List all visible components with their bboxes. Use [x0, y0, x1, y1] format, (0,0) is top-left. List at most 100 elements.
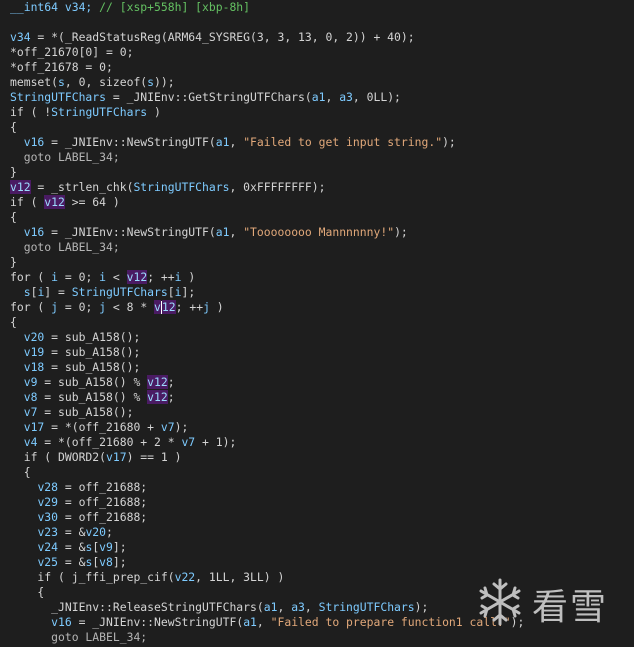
- code-token: v22: [174, 570, 196, 584]
- code-line[interactable]: if ( DWORD2(v17) == 1 ): [10, 450, 182, 465]
- code-token: = sub_A158() %: [37, 390, 148, 404]
- code-token: ) == 1 ): [126, 450, 182, 464]
- code-line[interactable]: s[i] = StringUTFChars[i];: [10, 285, 195, 300]
- code-token: v17: [106, 450, 127, 464]
- code-line[interactable]: StringUTFChars = _JNIEnv::GetStringUTFCh…: [10, 90, 401, 105]
- code-line[interactable]: if ( j_ffi_prep_cif(v22, 1LL, 3LL) ): [10, 570, 284, 585]
- code-line[interactable]: v25 = &s[v8];: [10, 555, 126, 570]
- code-line[interactable]: v12 = _strlen_chk(StringUTFChars, 0xFFFF…: [10, 180, 325, 195]
- code-token: ): [147, 105, 161, 119]
- code-line[interactable]: if ( v12 >= 64 ): [10, 195, 120, 210]
- code-line[interactable]: {: [10, 120, 17, 135]
- code-line[interactable]: }: [10, 255, 17, 270]
- string-literal: "Failed to get input string.": [243, 135, 443, 149]
- kanxue-watermark: 看雪: [470, 572, 634, 632]
- code-line[interactable]: v34 = *(_ReadStatusReg(ARM64_SYSREG(3, 3…: [10, 30, 415, 45]
- code-token: v28: [37, 480, 59, 494]
- code-token: ,: [325, 90, 340, 104]
- code-token: [: [167, 285, 175, 299]
- code-token: ): [209, 300, 224, 314]
- code-token: ];: [181, 285, 196, 299]
- code-line[interactable]: v20 = sub_A158();: [10, 330, 141, 345]
- code-line[interactable]: _JNIEnv::ReleaseStringUTFChars(a1, a3, S…: [10, 600, 428, 615]
- code-line[interactable]: {: [10, 315, 17, 330]
- code-line[interactable]: __int64 v34; // [xsp+558h] [xbp-8h]: [10, 0, 250, 15]
- code-comment: // [xsp+558h] [xbp-8h]: [99, 0, 251, 14]
- code-token: if ( !: [10, 105, 52, 119]
- code-line[interactable]: *off_21670[0] = 0;: [10, 45, 133, 60]
- code-token: if (: [10, 195, 45, 209]
- code-line[interactable]: v16 = _JNIEnv::NewStringUTF(a1, "Failed …: [10, 615, 524, 630]
- code-token: _JNIEnv::ReleaseStringUTFChars(: [10, 600, 264, 614]
- code-line[interactable]: v28 = off_21688;: [10, 480, 147, 495]
- code-token: v24: [37, 540, 59, 554]
- code-token: = 0;: [58, 300, 100, 314]
- code-token: v29: [37, 495, 59, 509]
- code-line[interactable]: if ( !StringUTFChars ): [10, 105, 161, 120]
- code-line[interactable]: v23 = &v20;: [10, 525, 113, 540]
- code-token: v9: [23, 375, 38, 389]
- code-token: ,: [229, 135, 244, 149]
- code-line[interactable]: v29 = off_21688;: [10, 495, 147, 510]
- code-token: ;: [106, 525, 113, 539]
- code-line[interactable]: v7 = sub_A158();: [10, 405, 134, 420]
- code-token: v7: [23, 405, 38, 419]
- code-line[interactable]: v8 = sub_A158() % v12;: [10, 390, 175, 405]
- code-line[interactable]: goto LABEL_34;: [10, 240, 120, 255]
- code-line[interactable]: v24 = &s[v9];: [10, 540, 126, 555]
- code-token: v16: [23, 225, 45, 239]
- code-line[interactable]: {: [10, 465, 31, 480]
- code-line[interactable]: v4 = *(off_21680 + 2 * v7 + 1);: [10, 435, 237, 450]
- decompiler-code-view[interactable]: __int64 v34; // [xsp+558h] [xbp-8h] v34 =…: [0, 0, 634, 647]
- code-token: v8: [99, 555, 113, 569]
- code-line[interactable]: v16 = _JNIEnv::NewStringUTF(a1, "Failed …: [10, 135, 456, 150]
- code-line[interactable]: goto LABEL_34;: [10, 630, 147, 645]
- code-token: ,: [256, 615, 271, 629]
- code-token: {: [10, 465, 31, 479]
- code-token: {: [10, 120, 17, 134]
- code-token: if ( DWORD2(: [10, 450, 107, 464]
- code-token: , 1LL, 3LL) ): [195, 570, 285, 584]
- code-token: v12: [44, 195, 65, 209]
- code-line[interactable]: memset(s, 0, sizeof(s));: [10, 75, 175, 90]
- code-token: = &: [58, 525, 86, 539]
- code-line[interactable]: goto LABEL_34;: [10, 150, 120, 165]
- code-line[interactable]: {: [10, 585, 44, 600]
- code-token: = sub_A158();: [44, 330, 141, 344]
- code-line[interactable]: for ( j = 0; j < 8 * v12; ++j ): [10, 300, 224, 315]
- code-token: v8: [23, 390, 38, 404]
- code-token: StringUTFChars: [71, 285, 168, 299]
- code-token: a1: [215, 225, 230, 239]
- code-line[interactable]: {: [10, 210, 17, 225]
- code-line[interactable]: for ( i = 0; i < v12; ++i ): [10, 270, 195, 285]
- code-token: = *(off_21680 + 2 *: [37, 435, 182, 449]
- code-line[interactable]: }: [10, 165, 17, 180]
- code-line[interactable]: v19 = sub_A158();: [10, 345, 141, 360]
- code-token: v4: [23, 435, 38, 449]
- code-token: = _JNIEnv::NewStringUTF(: [44, 135, 216, 149]
- code-token: i: [51, 270, 59, 284]
- code-token: __int64 v34;: [10, 0, 100, 14]
- code-token: v12: [10, 180, 31, 194]
- code-line[interactable]: v17 = *(off_21680 + v7);: [10, 420, 189, 435]
- code-token: v30: [37, 510, 59, 524]
- code-token: ; ++: [147, 270, 175, 284]
- code-token: );: [174, 420, 189, 434]
- code-line[interactable]: v30 = off_21688;: [10, 510, 147, 525]
- code-token: = _JNIEnv::GetStringUTFChars(: [106, 90, 312, 104]
- code-line[interactable]: *off_21678 = 0;: [10, 60, 113, 75]
- code-line[interactable]: v18 = sub_A158();: [10, 360, 141, 375]
- code-token: , 0, sizeof(: [64, 75, 148, 89]
- code-line[interactable]: v9 = sub_A158() % v12;: [10, 375, 175, 390]
- code-token: StringUTFChars: [318, 600, 415, 614]
- code-token: );: [442, 135, 456, 149]
- code-line[interactable]: v16 = _JNIEnv::NewStringUTF(a1, "Toooooo…: [10, 225, 408, 240]
- code-token: v23: [37, 525, 59, 539]
- code-token: ;: [167, 375, 175, 389]
- code-token: , 0LL);: [352, 90, 401, 104]
